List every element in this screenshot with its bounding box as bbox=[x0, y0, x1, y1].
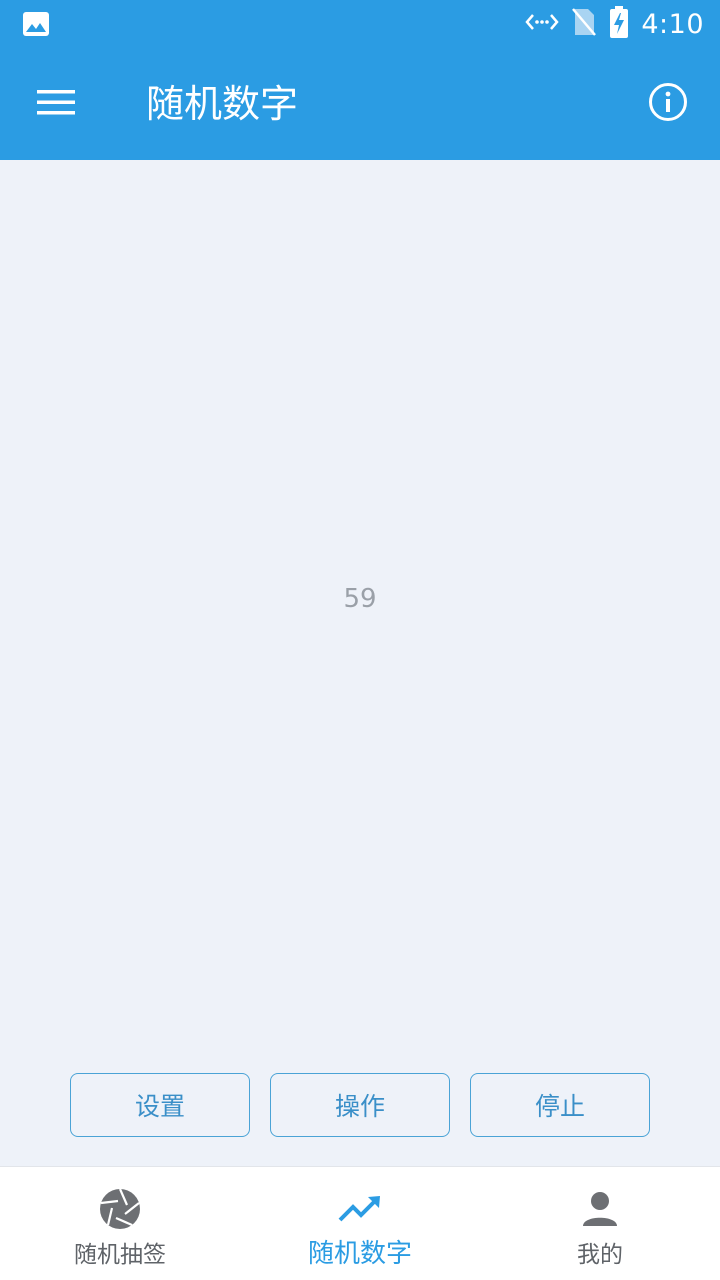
app-bar: 随机数字 bbox=[0, 48, 720, 160]
nav-item-random-number[interactable]: 随机数字 bbox=[240, 1167, 480, 1280]
action-buttons: 设置 操作 停止 bbox=[70, 1073, 650, 1137]
aperture-icon bbox=[98, 1187, 142, 1231]
info-button[interactable] bbox=[636, 76, 700, 132]
bottom-nav: 随机抽签 随机数字 我的 bbox=[0, 1166, 720, 1280]
nav-item-random-draw[interactable]: 随机抽签 bbox=[0, 1167, 240, 1280]
settings-button[interactable]: 设置 bbox=[70, 1073, 250, 1137]
info-icon bbox=[648, 82, 688, 126]
random-number-display: 59 bbox=[343, 584, 377, 614]
menu-icon bbox=[37, 88, 75, 120]
main-content: 59 设置 操作 停止 bbox=[0, 160, 720, 1166]
nav-label-mine: 我的 bbox=[577, 1242, 623, 1268]
status-icons: 4:10 bbox=[525, 0, 704, 48]
no-sim-icon bbox=[571, 7, 597, 41]
image-icon bbox=[22, 11, 50, 37]
nav-label-random-draw: 随机抽签 bbox=[74, 1242, 166, 1268]
menu-button[interactable] bbox=[20, 76, 92, 132]
battery-charging-icon bbox=[609, 6, 629, 42]
status-time: 4:10 bbox=[641, 8, 704, 40]
stop-button[interactable]: 停止 bbox=[470, 1073, 650, 1137]
status-bar: 4:10 bbox=[0, 0, 720, 48]
trending-up-icon bbox=[338, 1187, 382, 1231]
page-title: 随机数字 bbox=[146, 82, 299, 126]
operate-button[interactable]: 操作 bbox=[270, 1073, 450, 1137]
person-icon bbox=[578, 1187, 622, 1231]
nav-label-random-number: 随机数字 bbox=[307, 1239, 412, 1269]
data-transfer-icon bbox=[525, 10, 560, 38]
nav-item-mine[interactable]: 我的 bbox=[480, 1167, 720, 1280]
